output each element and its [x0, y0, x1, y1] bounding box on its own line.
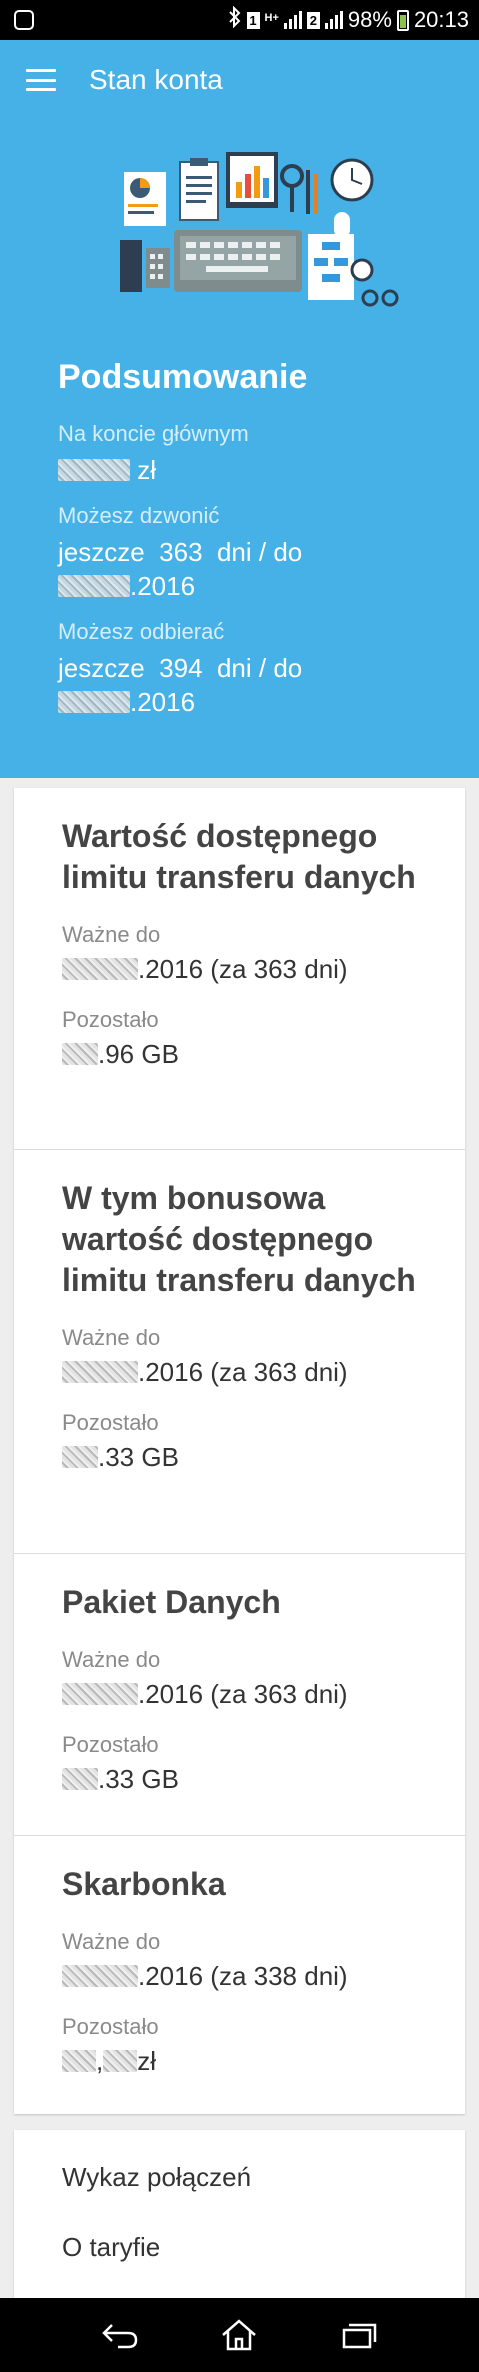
valid-label: Ważne do: [62, 922, 161, 947]
signal-icon: [283, 11, 302, 29]
remaining-value-text: .96 GB: [98, 1039, 179, 1069]
recent-apps-icon[interactable]: [337, 2317, 381, 2353]
remaining-label: Pozostało: [62, 1007, 159, 1032]
navigation-bar: [0, 2298, 479, 2372]
section-title: Pakiet Danych: [62, 1584, 281, 1620]
call-value: jeszcze 363 dni / do .2016: [58, 535, 459, 603]
valid-value-text: .2016 (za 363 dni): [138, 1679, 348, 1709]
piggy-bank-section: Skarbonka Ważne do .2016 (za 338 dni) Po…: [14, 1836, 465, 2114]
main-account-currency: zł: [137, 455, 157, 485]
redacted-amount: [62, 2050, 96, 2072]
call-date-suffix: .2016: [130, 571, 196, 601]
redacted-date: [62, 1683, 138, 1705]
tariff-link[interactable]: O taryfie: [62, 2232, 160, 2263]
redacted-amount: [62, 1768, 98, 1790]
notification-app-icon: [14, 10, 34, 30]
call-days: jeszcze 363 dni / do: [58, 537, 303, 567]
valid-value: .2016 (za 338 dni): [62, 1961, 417, 1992]
valid-label: Ważne do: [62, 1325, 161, 1350]
remaining-value-text: .33 GB: [98, 1764, 179, 1794]
valid-label: Ważne do: [62, 1647, 161, 1672]
page-title: Stan konta: [89, 64, 223, 95]
hamburger-menu-icon[interactable]: [26, 69, 56, 91]
redacted-date: [58, 575, 130, 597]
remaining-value: , zł: [62, 2046, 417, 2077]
toolbar: Stan konta: [0, 40, 479, 120]
redacted-amount: [58, 459, 130, 481]
home-icon[interactable]: [217, 2317, 261, 2353]
redacted-date: [62, 958, 138, 980]
redacted-date: [62, 1361, 138, 1383]
section-title: Wartość dostępnego limitu transferu dany…: [62, 818, 416, 895]
calls-list-link[interactable]: Wykaz połączeń: [62, 2162, 251, 2193]
clock: 20:13: [413, 7, 469, 32]
status-bar: 1 H+ 2 98% 20:13: [0, 0, 479, 40]
redacted-amount: [62, 1446, 98, 1468]
remaining-label: Pozostało: [62, 1410, 159, 1435]
remaining-value-text: zł: [137, 2046, 157, 2076]
receive-label: Możesz odbierać: [58, 619, 225, 644]
remaining-value: .96 GB: [62, 1039, 417, 1070]
remaining-separator: ,: [96, 2046, 104, 2076]
back-icon[interactable]: [98, 2317, 142, 2353]
receive-date-suffix: .2016: [130, 687, 196, 717]
remaining-value-text: .33 GB: [98, 1442, 179, 1472]
network-type: H+: [264, 12, 279, 24]
redacted-date: [62, 1965, 138, 1987]
valid-value: .2016 (za 363 dni): [62, 1679, 417, 1710]
main-account-value: zł: [58, 453, 459, 487]
remaining-value: .33 GB: [62, 1764, 417, 1795]
remaining-label: Pozostało: [62, 1732, 159, 1757]
valid-value-text: .2016 (za 338 dni): [138, 1961, 348, 1991]
bonus-section: W tym bonusowa wartość dostępnego limitu…: [14, 1150, 465, 1554]
receive-days: jeszcze 394 dni / do: [58, 653, 303, 683]
remaining-value: .33 GB: [62, 1442, 417, 1473]
redacted-amount: [62, 1043, 98, 1065]
office-illustration: [120, 152, 399, 307]
redacted-date: [58, 691, 130, 713]
battery-icon: [396, 9, 409, 31]
header: Stan konta Podsumowanie Na koncie główny…: [0, 40, 479, 778]
sim1-badge: 1: [246, 11, 260, 29]
valid-label: Ważne do: [62, 1929, 161, 1954]
remaining-label: Pozostało: [62, 2014, 159, 2039]
section-title: W tym bonusowa wartość dostępnego limitu…: [62, 1180, 416, 1298]
data-package-section: Pakiet Danych Ważne do .2016 (za 363 dni…: [14, 1554, 465, 1836]
call-label: Możesz dzwonić: [58, 503, 220, 528]
main-account-label: Na koncie głównym: [58, 421, 249, 446]
receive-value: jeszcze 394 dni / do .2016: [58, 651, 459, 719]
summary-title: Podsumowanie: [58, 358, 308, 396]
bluetooth-icon: [228, 5, 242, 34]
limit-section: Wartość dostępnego limitu transferu dany…: [14, 788, 465, 1150]
valid-value: .2016 (za 363 dni): [62, 954, 417, 985]
battery-percent: 98%: [347, 7, 392, 32]
links-card: Wykaz połączeń O taryfie: [14, 2130, 465, 2300]
section-title: Skarbonka: [62, 1866, 226, 1902]
redacted-amount: [103, 2050, 138, 2072]
sim2-badge: 2: [306, 11, 320, 29]
summary: Podsumowanie Na koncie głównym zł Możesz…: [58, 358, 459, 735]
valid-value-text: .2016 (za 363 dni): [138, 1357, 348, 1387]
valid-value: .2016 (za 363 dni): [62, 1357, 417, 1388]
signal-icon: [324, 11, 343, 29]
valid-value-text: .2016 (za 363 dni): [138, 954, 348, 984]
data-limits-card: Wartość dostępnego limitu transferu dany…: [14, 788, 465, 2114]
